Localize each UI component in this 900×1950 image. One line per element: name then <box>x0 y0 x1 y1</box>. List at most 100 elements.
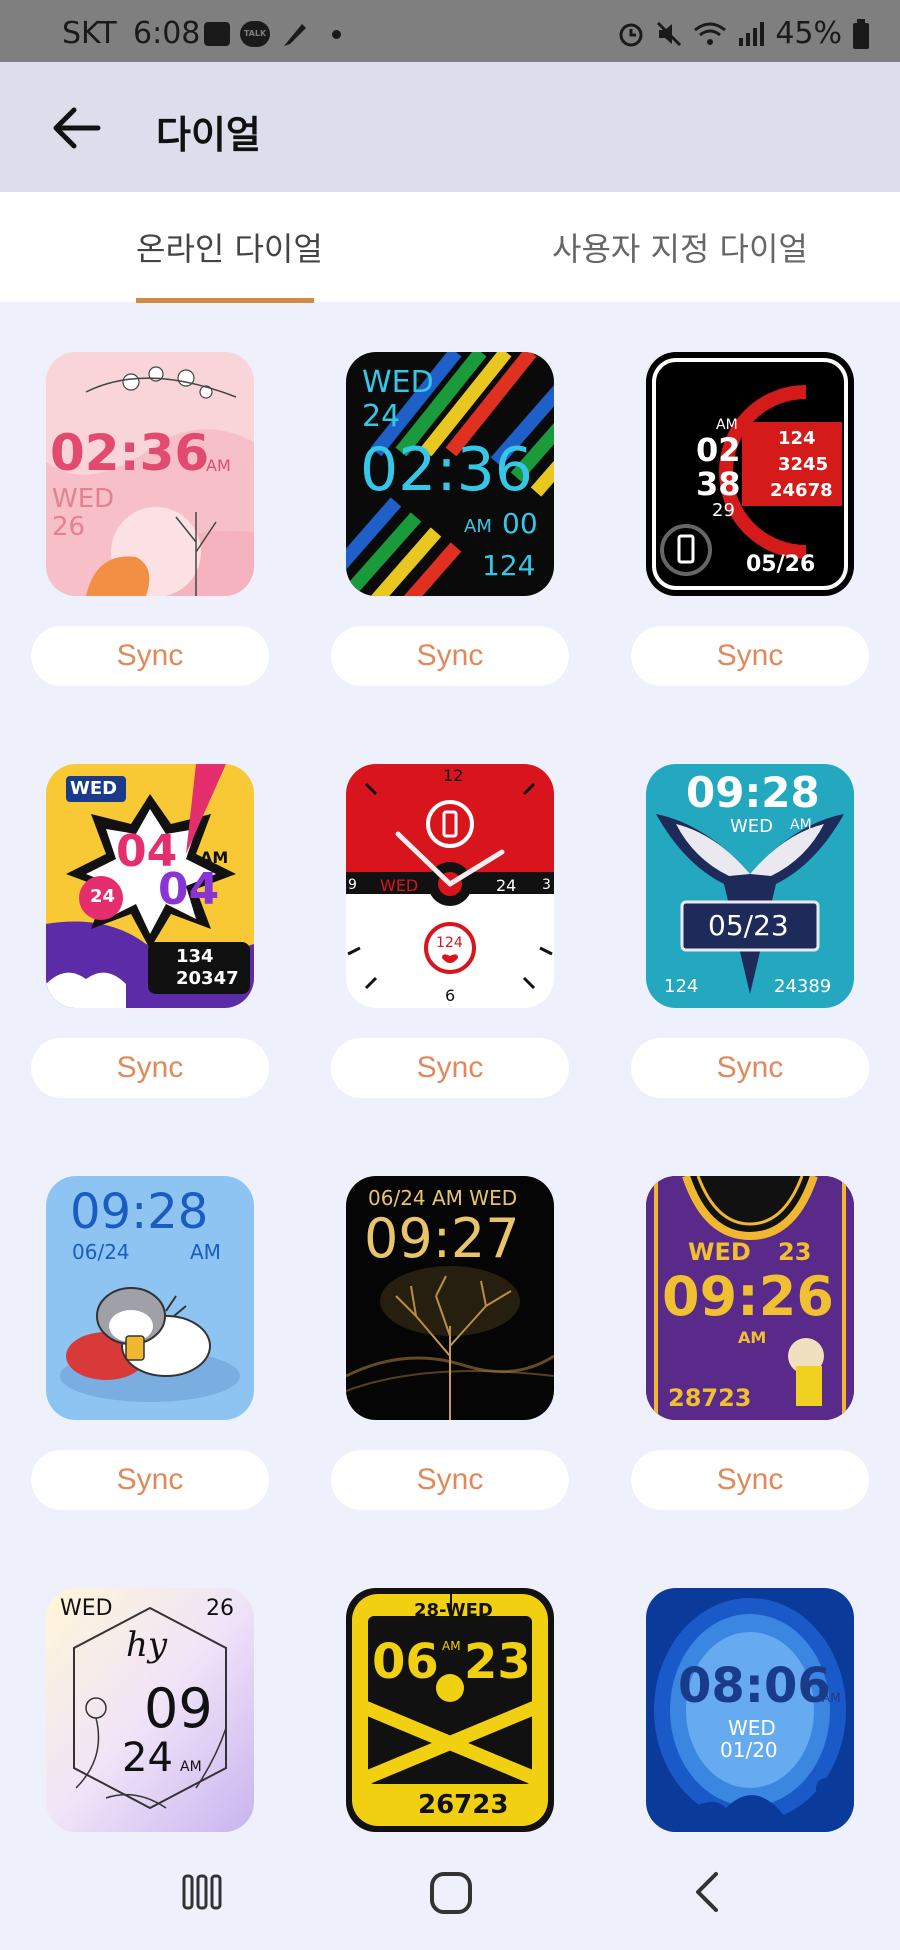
face-steps: 20347 <box>176 968 239 989</box>
face-day: WED <box>730 816 774 837</box>
watch-face-blue-papercut[interactable]: 08:06 AM WED 01/20 <box>646 1588 854 1832</box>
face-date: 24 <box>90 886 116 907</box>
face-day: WED <box>60 1596 113 1621</box>
face-9: 9 <box>348 877 357 893</box>
face-heart: 124 <box>778 428 816 449</box>
watch-face-red-sport[interactable]: AM 02 38 29 124 3245 24678 05/26 <box>646 352 854 596</box>
face-time: 09:27 <box>364 1207 520 1270</box>
face-ampm: AM <box>206 456 231 475</box>
face-time: 09:28 <box>70 1184 209 1240</box>
sync-button[interactable]: Sync <box>631 626 869 686</box>
face-time: 02:36 <box>360 435 533 505</box>
face-ampm: AM <box>190 1240 221 1264</box>
face-steps: 124 <box>482 549 536 582</box>
page-title: 다이얼 <box>156 113 261 157</box>
face-time: 02:36 <box>50 424 210 482</box>
watch-face-pastel-floral[interactable]: WED 26 hy 09 24 AM <box>46 1588 254 1832</box>
tab-online-dials[interactable]: 온라인 다이얼 <box>136 224 323 270</box>
face-minute: 23 <box>464 1634 531 1690</box>
face-date: 26 <box>206 1596 234 1621</box>
status-bar: SKT 6:08 TALK 45% <box>0 0 900 62</box>
face-steps: 24678 <box>770 480 833 501</box>
sync-button[interactable]: Sync <box>631 1038 869 1098</box>
face-ampm: AM <box>790 817 812 833</box>
face-ampm: AM <box>738 1328 767 1347</box>
face-ampm: AM <box>464 516 492 537</box>
alarm-icon <box>619 23 643 46</box>
notification-icons: TALK <box>204 20 341 48</box>
system-icons: 45% <box>617 16 870 51</box>
face-minute: 38 <box>696 465 741 503</box>
system-nav-bar <box>0 1840 900 1950</box>
sync-button[interactable]: Sync <box>631 1450 869 1510</box>
recent-apps-icon <box>182 1874 222 1910</box>
system-back-button[interactable] <box>690 1870 724 1918</box>
tab-active-indicator <box>136 298 314 303</box>
sync-button[interactable]: Sync <box>31 626 269 686</box>
face-date: 24 <box>362 399 401 434</box>
face-day: WED <box>70 778 118 799</box>
watch-face-pink-floral[interactable]: 02:36 AM WED 26 <box>46 352 254 596</box>
back-button[interactable] <box>48 100 108 156</box>
face-12: 12 <box>443 766 464 785</box>
chevron-left-icon <box>696 1872 718 1912</box>
watch-face-pokeball-analog[interactable]: 12 3 6 9 WED 24 124 <box>346 764 554 1008</box>
sync-button[interactable]: Sync <box>331 626 569 686</box>
signal-icon <box>739 21 765 46</box>
sync-button[interactable]: Sync <box>331 1450 569 1510</box>
face-am: AM <box>716 417 738 433</box>
face-minute: 04 <box>158 864 220 915</box>
face-6: 6 <box>445 986 456 1005</box>
face-hour: 06 <box>372 1634 439 1690</box>
face-date: 26 <box>52 512 86 542</box>
talk-icon: TALK <box>240 21 270 47</box>
face-day: WED <box>380 876 419 895</box>
face-steps: 24389 <box>774 976 832 997</box>
face-date: 01/20 <box>720 1738 778 1762</box>
face-datetime-top: 06/24 AM WED <box>368 1186 518 1210</box>
app-bar: 다이얼 <box>0 62 900 192</box>
face-day: WED <box>728 1716 776 1740</box>
watch-face-hornet-teal[interactable]: 09:28 WED AM 05/23 124 24389 <box>646 764 854 1008</box>
sync-button[interactable]: Sync <box>331 1038 569 1098</box>
recent-apps-button[interactable] <box>180 1870 224 1918</box>
face-seconds: 29 <box>712 500 735 521</box>
face-minute: 24 <box>122 1735 173 1781</box>
face-ampm: AM <box>180 1759 202 1775</box>
face-seconds: 00 <box>502 507 538 540</box>
face-time: 08:06 <box>678 1658 831 1714</box>
wifi-icon <box>694 22 727 45</box>
face-date: 05/26 <box>746 552 816 577</box>
arrow-left-icon <box>53 107 101 149</box>
home-button[interactable] <box>428 1870 474 1920</box>
face-date: 28-WED <box>414 1600 493 1621</box>
feather-icon <box>284 24 306 46</box>
watch-face-skull-yellow[interactable]: 28-WED 06 AM 23 26723 <box>346 1588 554 1832</box>
face-heart: 124 <box>436 935 463 951</box>
face-ampm: AM <box>822 1691 841 1705</box>
face-ampm: AM <box>442 1639 461 1653</box>
tab-custom-dials[interactable]: 사용자 지정 다이얼 <box>552 224 808 270</box>
watch-face-golden-tree[interactable]: 06/24 AM WED 09:27 <box>346 1176 554 1420</box>
face-heart: 134 <box>176 946 214 967</box>
clock-label: 6:08 <box>133 16 201 51</box>
carrier-label: SKT <box>62 16 117 51</box>
face-date: 06/24 <box>72 1240 130 1264</box>
sync-button[interactable]: Sync <box>31 1038 269 1098</box>
face-date: 05/23 <box>708 909 789 942</box>
face-logo: hy <box>126 1625 168 1665</box>
face-time: 09:28 <box>686 768 820 817</box>
face-day: WED <box>52 484 115 514</box>
face-date: 24 <box>496 876 517 895</box>
face-calories: 3245 <box>778 454 829 475</box>
face-heart: 124 <box>664 976 699 997</box>
watch-face-rainbow-stripes[interactable]: WED 24 02:36 AM 00 124 <box>346 352 554 596</box>
face-steps: 28723 <box>668 1384 752 1412</box>
tab-bar: 온라인 다이얼 사용자 지정 다이얼 <box>0 192 900 303</box>
watch-face-purple-jersey[interactable]: WED 23 09:26 AM 28723 <box>646 1176 854 1420</box>
watch-face-comic-pop[interactable]: WED 04 AM 04 24 134 20347 <box>46 764 254 1008</box>
face-hour: 09 <box>144 1677 213 1740</box>
face-date: 23 <box>778 1238 812 1266</box>
sync-button[interactable]: Sync <box>31 1450 269 1510</box>
watch-face-shiba-blue[interactable]: 09:28 06/24 AM <box>46 1176 254 1420</box>
